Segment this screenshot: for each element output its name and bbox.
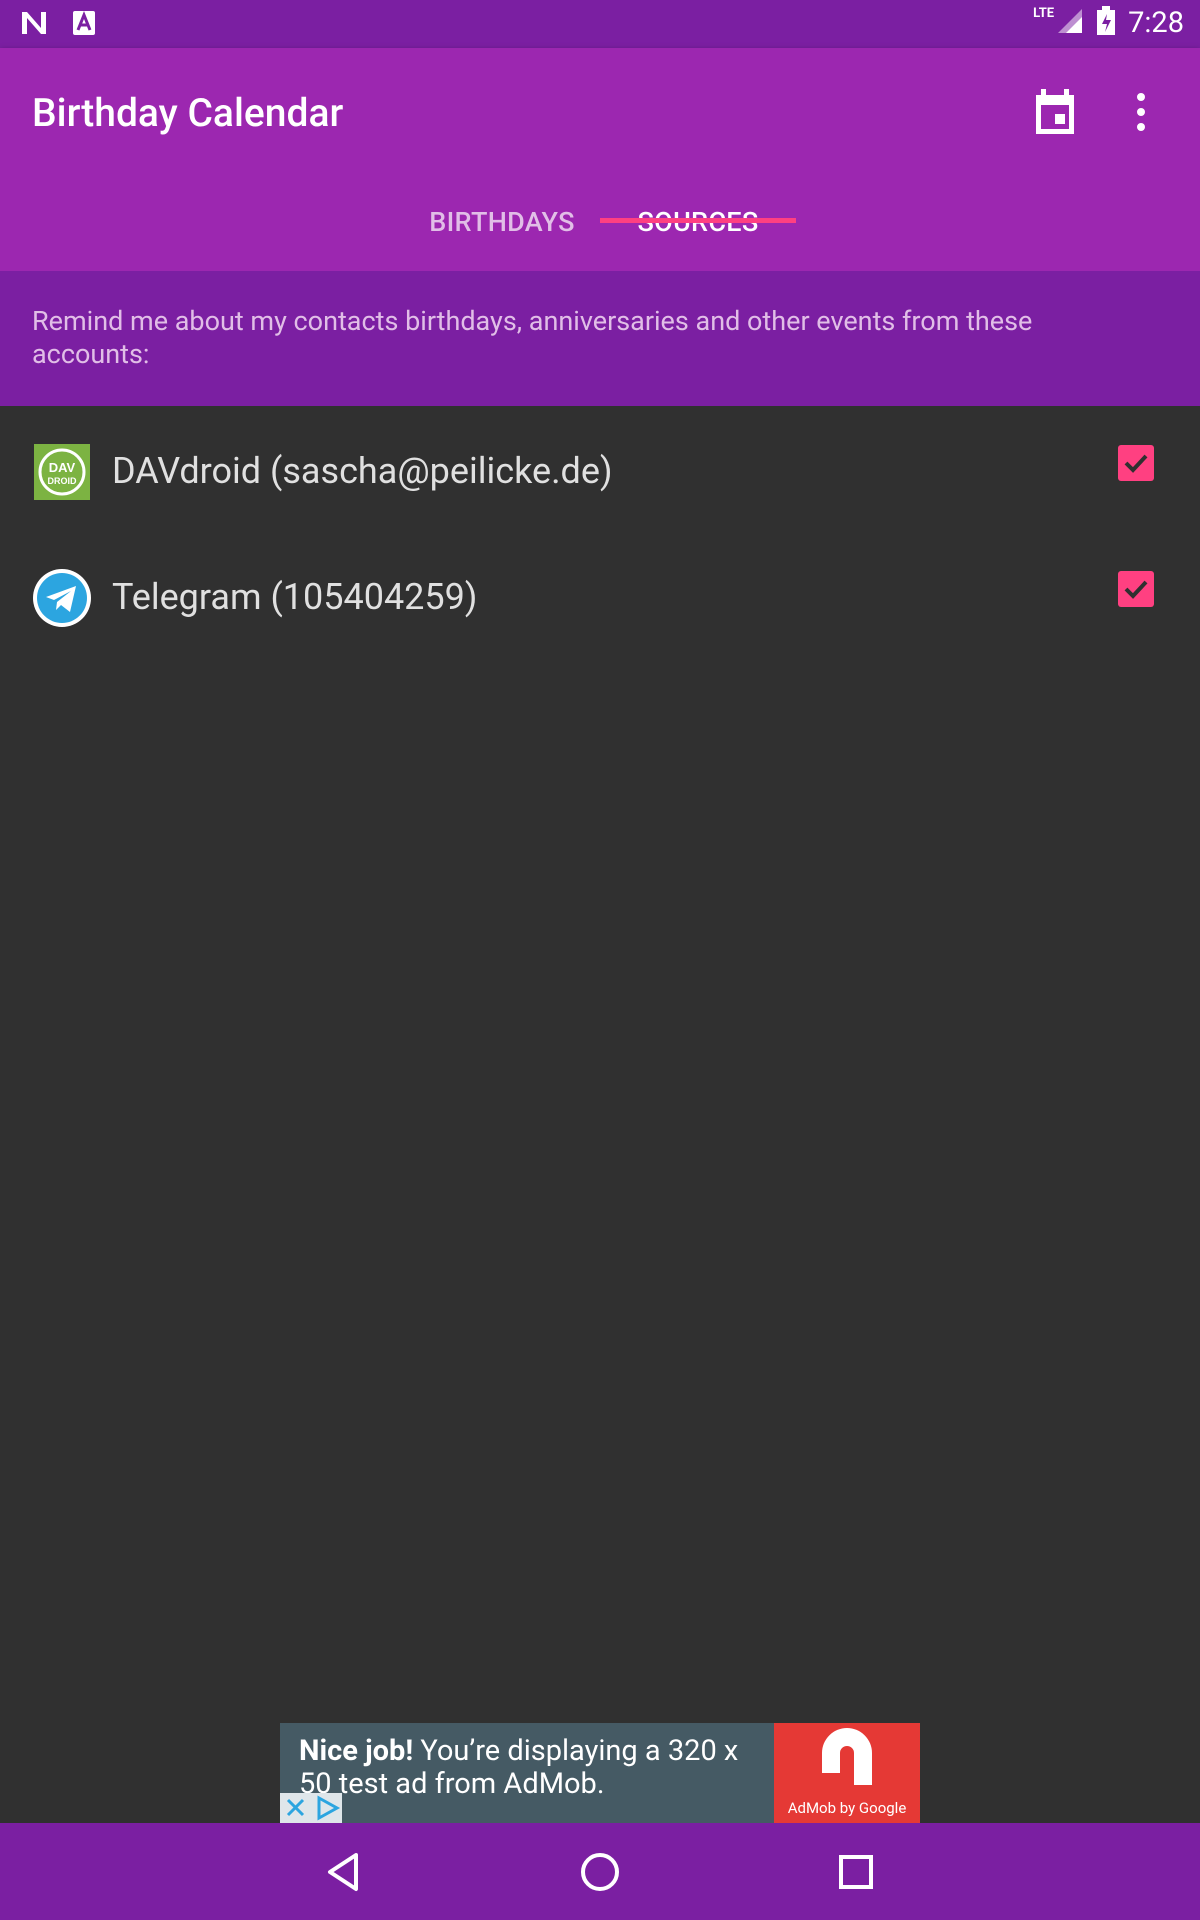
davdroid-icon-text-2: DROID bbox=[48, 476, 78, 486]
source-checkbox-davdroid[interactable] bbox=[1118, 445, 1154, 481]
nav-bar bbox=[0, 1823, 1200, 1920]
davdroid-icon: DAV DROID bbox=[32, 442, 92, 502]
back-icon[interactable] bbox=[320, 1847, 370, 1897]
home-icon[interactable] bbox=[575, 1847, 625, 1897]
admob-icon bbox=[822, 1728, 872, 1785]
clock: 7:28 bbox=[1128, 6, 1184, 40]
source-row-telegram[interactable]: Telegram (105404259) bbox=[0, 548, 1200, 648]
ad-banner[interactable]: Nice job! You’re displaying a 320 x 50 t… bbox=[280, 1723, 920, 1823]
n-logo-icon bbox=[20, 10, 50, 40]
source-label: DAVdroid (sascha@peilicke.de) bbox=[112, 450, 613, 492]
tab-sources[interactable]: SOURCES bbox=[600, 200, 796, 271]
info-banner: Remind me about my contacts birthdays, a… bbox=[0, 271, 1200, 406]
source-label: Telegram (105404259) bbox=[112, 576, 478, 618]
status-bar: LTE 7:28 bbox=[0, 0, 1200, 48]
recents-icon[interactable] bbox=[831, 1847, 881, 1897]
ad-headline: Nice job! bbox=[299, 1734, 414, 1768]
ad-choices-icon[interactable] bbox=[311, 1793, 342, 1823]
ad-brand: AdMob by Google bbox=[787, 1799, 907, 1817]
admob-logo: AdMob by Google bbox=[774, 1723, 920, 1823]
calendar-icon[interactable] bbox=[1030, 86, 1080, 138]
info-text: Remind me about my contacts birthdays, a… bbox=[32, 305, 1033, 370]
app-bar: Birthday Calendar BIRTHDAYS SOURCES bbox=[0, 48, 1200, 271]
tab-birthdays[interactable]: BIRTHDAYS bbox=[404, 200, 600, 271]
source-row-davdroid[interactable]: DAV DROID DAVdroid (sascha@peilicke.de) bbox=[0, 422, 1200, 522]
ad-choices[interactable] bbox=[280, 1793, 342, 1823]
davdroid-icon-text-1: DAV bbox=[49, 460, 76, 475]
signal-icon bbox=[1056, 7, 1084, 39]
battery-icon bbox=[1096, 6, 1116, 40]
close-icon[interactable] bbox=[280, 1793, 311, 1823]
ad-text: Nice job! You’re displaying a 320 x 50 t… bbox=[299, 1735, 769, 1801]
tab-indicator bbox=[600, 218, 796, 223]
app-title: Birthday Calendar bbox=[32, 90, 344, 136]
telegram-icon bbox=[32, 568, 92, 628]
source-checkbox-telegram[interactable] bbox=[1118, 571, 1154, 607]
a-badge-icon bbox=[72, 10, 96, 40]
network-type: LTE bbox=[1033, 5, 1055, 21]
more-vert-icon[interactable] bbox=[1126, 86, 1156, 138]
